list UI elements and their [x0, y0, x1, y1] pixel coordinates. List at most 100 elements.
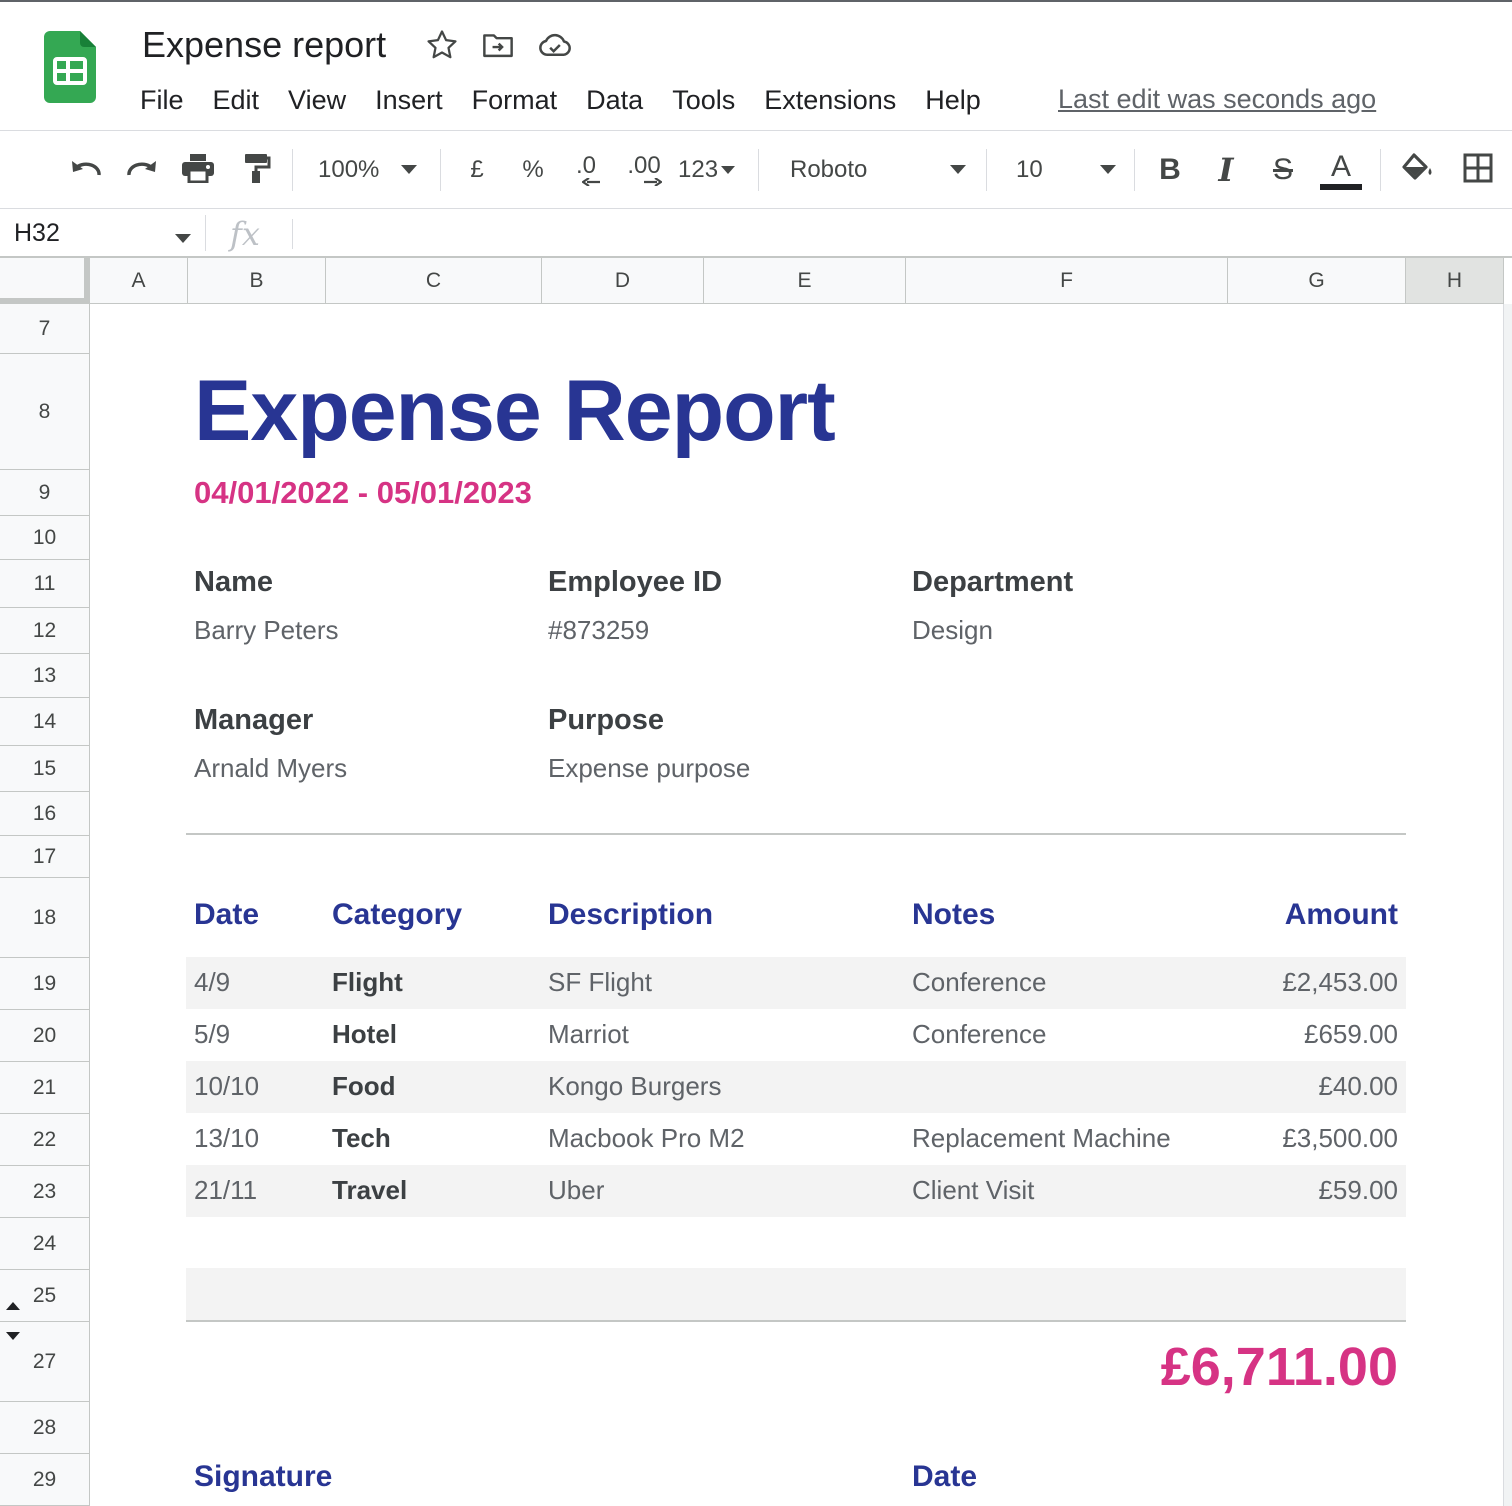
- manager-value[interactable]: Arnald Myers: [194, 753, 347, 784]
- cell-amount[interactable]: £659.00: [1304, 1019, 1398, 1050]
- fill-color-button[interactable]: [1398, 151, 1438, 189]
- row-header-25[interactable]: 25: [0, 1270, 90, 1322]
- table-header-notes[interactable]: Notes: [912, 898, 995, 932]
- menu-help[interactable]: Help: [925, 85, 981, 116]
- font-family-select[interactable]: Roboto: [790, 151, 970, 189]
- cell-amount[interactable]: £59.00: [1318, 1175, 1398, 1206]
- hidden-rows-up-arrow-icon[interactable]: [6, 1302, 20, 1310]
- select-all-corner[interactable]: [0, 258, 90, 304]
- cell-description[interactable]: Macbook Pro M2: [548, 1123, 745, 1154]
- vertical-scrollbar[interactable]: [1503, 304, 1512, 1506]
- cell-amount[interactable]: £3,500.00: [1282, 1123, 1398, 1154]
- cell-category[interactable]: Hotel: [332, 1019, 397, 1050]
- text-color-button[interactable]: A: [1318, 147, 1364, 193]
- row-header-7[interactable]: 7: [0, 304, 90, 354]
- italic-button[interactable]: I: [1208, 151, 1244, 189]
- row-header-20[interactable]: 20: [0, 1010, 90, 1062]
- row-header-24[interactable]: 24: [0, 1218, 90, 1270]
- purpose-label[interactable]: Purpose: [548, 704, 664, 737]
- cell-description[interactable]: Kongo Burgers: [548, 1071, 721, 1102]
- cell-amount[interactable]: £40.00: [1318, 1071, 1398, 1102]
- column-header-b[interactable]: B: [188, 258, 326, 304]
- row-header-15[interactable]: 15: [0, 746, 90, 792]
- row-header-18[interactable]: 18: [0, 878, 90, 958]
- cell-date[interactable]: 5/9: [194, 1019, 230, 1050]
- row-header-16[interactable]: 16: [0, 792, 90, 836]
- menu-file[interactable]: File: [140, 85, 184, 116]
- format-percent-button[interactable]: %: [516, 151, 550, 189]
- increase-decimal-button[interactable]: .00: [622, 151, 666, 189]
- cell-category[interactable]: Travel: [332, 1175, 407, 1206]
- manager-label[interactable]: Manager: [194, 704, 313, 737]
- strikethrough-button[interactable]: S: [1264, 151, 1302, 189]
- row-header-10[interactable]: 10: [0, 516, 90, 560]
- department-label[interactable]: Department: [912, 566, 1073, 599]
- cell-amount[interactable]: £2,453.00: [1282, 967, 1398, 998]
- format-currency-button[interactable]: £: [460, 151, 494, 189]
- formula-input[interactable]: [300, 217, 1500, 249]
- decrease-decimal-button[interactable]: .0: [566, 151, 606, 189]
- menu-edit[interactable]: Edit: [213, 85, 260, 116]
- row-header-17[interactable]: 17: [0, 836, 90, 878]
- row-header-23[interactable]: 23: [0, 1166, 90, 1218]
- print-button[interactable]: [178, 151, 218, 189]
- purpose-value[interactable]: Expense purpose: [548, 753, 750, 784]
- cell-notes[interactable]: Replacement Machine: [912, 1123, 1171, 1154]
- font-size-select[interactable]: 10: [1016, 151, 1120, 189]
- department-value[interactable]: Design: [912, 615, 993, 646]
- column-header-g[interactable]: G: [1228, 258, 1406, 304]
- table-header-date[interactable]: Date: [194, 898, 259, 932]
- row-header-28[interactable]: 28: [0, 1402, 90, 1454]
- column-header-d[interactable]: D: [542, 258, 704, 304]
- bold-button[interactable]: B: [1152, 151, 1188, 189]
- column-header-c[interactable]: C: [326, 258, 542, 304]
- name-value[interactable]: Barry Peters: [194, 615, 339, 646]
- column-header-e[interactable]: E: [704, 258, 906, 304]
- cell-date[interactable]: 13/10: [194, 1123, 259, 1154]
- subtotal-row[interactable]: [186, 1268, 1406, 1320]
- menu-view[interactable]: View: [288, 85, 346, 116]
- row-header-12[interactable]: 12: [0, 608, 90, 654]
- cell-date[interactable]: 4/9: [194, 967, 230, 998]
- signature-label[interactable]: Signature: [194, 1460, 332, 1494]
- report-title[interactable]: Expense Report: [194, 362, 836, 461]
- cell-notes[interactable]: Conference: [912, 1019, 1046, 1050]
- menu-insert[interactable]: Insert: [375, 85, 443, 116]
- cell-category[interactable]: Flight: [332, 967, 403, 998]
- cell-date[interactable]: 21/11: [194, 1175, 257, 1206]
- column-header-h[interactable]: H: [1406, 258, 1504, 304]
- column-header-f[interactable]: F: [906, 258, 1228, 304]
- table-header-category[interactable]: Category: [332, 898, 462, 932]
- sheets-logo-icon[interactable]: [44, 31, 96, 103]
- cell-category[interactable]: Food: [332, 1071, 396, 1102]
- paint-format-button[interactable]: [236, 151, 276, 189]
- zoom-select[interactable]: 100%: [318, 151, 430, 189]
- cloud-saved-icon[interactable]: [537, 30, 573, 60]
- menu-extensions[interactable]: Extensions: [764, 85, 896, 116]
- table-header-description[interactable]: Description: [548, 898, 713, 932]
- number-format-select[interactable]: 123: [678, 151, 742, 189]
- row-header-8[interactable]: 8: [0, 354, 90, 470]
- cell-description[interactable]: Marriot: [548, 1019, 629, 1050]
- row-header-14[interactable]: 14: [0, 698, 90, 746]
- chevron-down-icon[interactable]: [175, 230, 191, 248]
- employee-id-value[interactable]: #873259: [548, 615, 649, 646]
- menu-data[interactable]: Data: [586, 85, 643, 116]
- row-header-29[interactable]: 29: [0, 1454, 90, 1506]
- row-header-19[interactable]: 19: [0, 958, 90, 1010]
- undo-button[interactable]: [66, 151, 106, 189]
- borders-button[interactable]: [1458, 151, 1498, 189]
- cell-category[interactable]: Tech: [332, 1123, 391, 1154]
- hidden-rows-down-arrow-icon[interactable]: [6, 1332, 20, 1340]
- row-header-9[interactable]: 9: [0, 470, 90, 516]
- row-header-11[interactable]: 11: [0, 560, 90, 608]
- cell-notes[interactable]: Conference: [912, 967, 1046, 998]
- row-header-21[interactable]: 21: [0, 1062, 90, 1114]
- name-box[interactable]: H32: [14, 219, 60, 248]
- move-to-folder-icon[interactable]: [481, 30, 515, 60]
- row-header-13[interactable]: 13: [0, 654, 90, 698]
- redo-button[interactable]: [122, 151, 162, 189]
- employee-id-label[interactable]: Employee ID: [548, 566, 722, 599]
- column-header-a[interactable]: A: [90, 258, 188, 304]
- document-title[interactable]: Expense report: [142, 24, 386, 66]
